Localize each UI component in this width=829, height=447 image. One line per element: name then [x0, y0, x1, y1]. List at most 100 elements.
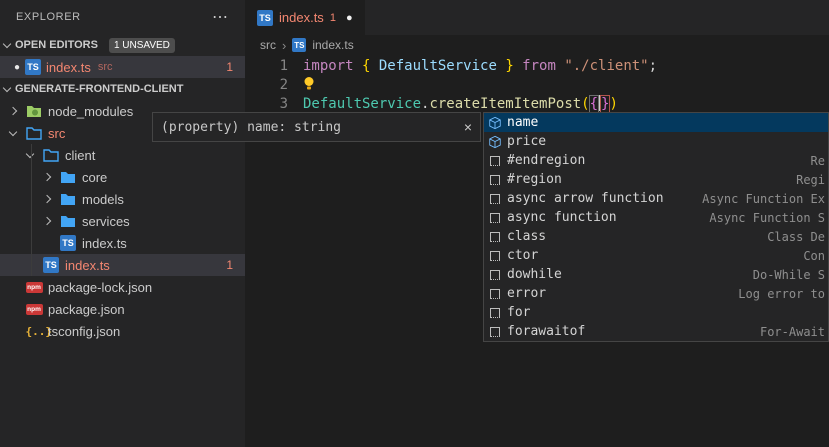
chevron-down-icon — [9, 127, 17, 135]
tree-item-label: package.json — [48, 302, 125, 317]
hover-tooltip: (property) name: string × — [152, 112, 481, 142]
typescript-file-icon: TS — [257, 10, 273, 26]
code-line-text — [303, 76, 315, 94]
explorer-sidebar: EXPLORER ⋯ OPEN EDITORS 1 UNSAVED ● TS i… — [0, 0, 245, 447]
suggest-item-label: async arrow function — [507, 191, 664, 206]
tab-file-name: index.ts — [279, 10, 324, 25]
suggest-item-label: forawaitof — [507, 324, 585, 339]
code-token: DefaultService — [303, 96, 421, 112]
suggest-item-price[interactable]: price — [484, 132, 828, 151]
tree-item-label: services — [82, 214, 130, 229]
suggest-item-dowhile[interactable]: dowhileDo-While S — [484, 265, 828, 284]
tree-item-package-json[interactable]: npm package.json — [0, 298, 245, 320]
snippet-kind-icon — [486, 194, 503, 204]
suggest-item-detail: Regi — [796, 173, 825, 187]
suggest-item-label: name — [507, 115, 538, 130]
code-token: createItemItemPost — [429, 96, 581, 112]
dirty-indicator-icon: ● — [14, 62, 20, 73]
snippet-kind-icon — [486, 251, 503, 261]
suggest-widget: name price #endregionRe #region Regi async ar… — [483, 112, 829, 342]
suggest-item-class[interactable]: classClass De — [484, 227, 828, 246]
suggest-item-async-function[interactable]: async functionAsync Function S — [484, 208, 828, 227]
tree-item-package-lock-json[interactable]: npmpackage-lock.json — [0, 276, 245, 298]
tree-item-core[interactable]: core — [0, 166, 245, 188]
error-count-badge: 1 — [226, 258, 245, 272]
npm-file-icon: npm — [25, 282, 43, 293]
tree-item-label: client — [65, 148, 95, 163]
code-line[interactable]: 2 — [245, 75, 829, 94]
suggest-item-for[interactable]: for — [484, 303, 828, 322]
tab-bar: TS index.ts 1 ● — [245, 0, 829, 35]
suggest-item-ctor[interactable]: ctor Con — [484, 246, 828, 265]
tree-item-label: models — [82, 192, 124, 207]
snippet-kind-icon — [486, 270, 503, 280]
lightbulb-icon[interactable] — [303, 76, 315, 90]
open-editor-item-index-ts[interactable]: ● TS index.ts src 1 — [0, 56, 245, 78]
code-token: from — [514, 58, 565, 74]
snippet-kind-icon — [486, 327, 503, 337]
suggest-item-detail: Async Function Ex — [702, 192, 825, 206]
suggest-item-name[interactable]: name — [484, 113, 828, 132]
code-line[interactable]: 1import { DefaultService } from "./clien… — [245, 56, 829, 75]
open-editors-label: OPEN EDITORS — [15, 39, 98, 51]
vscode-window: EXPLORER ⋯ OPEN EDITORS 1 UNSAVED ● TS i… — [0, 0, 829, 447]
suggest-item-label: #region — [507, 172, 562, 187]
tree-item-index-ts[interactable]: TSindex.ts — [0, 232, 245, 254]
line-number: 1 — [245, 58, 303, 74]
breadcrumb-folder[interactable]: src — [260, 38, 276, 52]
chevron-down-icon — [3, 83, 11, 91]
folder-icon — [59, 214, 77, 228]
code-token: ; — [649, 58, 657, 74]
error-count-badge: 1 — [226, 60, 245, 74]
suggest-item-detail: Log error to — [738, 287, 825, 301]
project-name-label: GENERATE-FRONTEND-CLIENT — [15, 83, 183, 95]
typescript-file-icon: TS — [42, 257, 60, 273]
folder-open-icon — [25, 126, 43, 140]
tree-item-tsconfig-json[interactable]: {..}tsconfig.json — [0, 320, 245, 342]
tree-item-index-ts[interactable]: TS index.ts 1 — [0, 254, 245, 276]
snippet-kind-icon — [486, 289, 503, 299]
node-modules-folder-icon — [25, 104, 43, 118]
code-token: { — [362, 58, 379, 74]
suggest-item-forawaitof[interactable]: forawaitofFor-Await — [484, 322, 828, 341]
folder-icon — [59, 192, 77, 206]
suggest-item-error[interactable]: errorLog error to — [484, 284, 828, 303]
chevron-right-icon — [9, 107, 17, 115]
open-editor-file-path: src — [98, 61, 113, 73]
npm-file-icon: npm — [25, 304, 43, 315]
open-editors-section-header[interactable]: OPEN EDITORS 1 UNSAVED — [0, 34, 245, 56]
breadcrumb[interactable]: src › TS index.ts — [245, 35, 829, 55]
breadcrumb-file[interactable]: index.ts — [312, 38, 353, 52]
tree-item-models[interactable]: models — [0, 188, 245, 210]
suggest-item-detail: Con — [803, 249, 825, 263]
chevron-down-icon — [3, 39, 11, 47]
dirty-indicator-icon[interactable]: ● — [346, 12, 353, 24]
close-icon[interactable]: × — [464, 119, 472, 135]
chevron-right-icon — [43, 173, 51, 181]
tab-error-count: 1 — [330, 12, 336, 24]
suggest-item--region[interactable]: #region Regi — [484, 170, 828, 189]
suggest-item-label: ctor — [507, 248, 538, 263]
folder-icon — [59, 170, 77, 184]
suggest-item--endregion[interactable]: #endregionRe — [484, 151, 828, 170]
code-line[interactable]: 3DefaultService.createItemItemPost({}) — [245, 94, 829, 113]
tree-item-label: index.ts — [65, 258, 110, 273]
tree-item-services[interactable]: services — [0, 210, 245, 232]
suggest-item-detail: Class De — [767, 230, 825, 244]
tree-item-label: src — [48, 126, 65, 141]
snippet-kind-icon — [486, 156, 503, 166]
tree-item-client[interactable]: client — [0, 144, 245, 166]
project-section-header[interactable]: GENERATE-FRONTEND-CLIENT — [0, 78, 245, 100]
typescript-file-icon: TS — [25, 59, 41, 75]
code-token: } — [497, 58, 514, 74]
more-actions-icon[interactable]: ⋯ — [212, 7, 229, 27]
snippet-kind-icon — [486, 213, 503, 223]
suggest-item-label: price — [507, 134, 546, 149]
code-area[interactable]: 1import { DefaultService } from "./clien… — [245, 55, 829, 113]
tab-index-ts[interactable]: TS index.ts 1 ● — [245, 0, 365, 35]
open-editor-file-name: index.ts — [46, 60, 91, 75]
code-line-text: DefaultService.createItemItemPost({}) — [303, 95, 618, 113]
unsaved-badge: 1 UNSAVED — [109, 38, 175, 53]
suggest-item-async-arrow-function[interactable]: async arrow function Async Function Ex — [484, 189, 828, 208]
breadcrumb-separator-icon: › — [282, 38, 286, 53]
